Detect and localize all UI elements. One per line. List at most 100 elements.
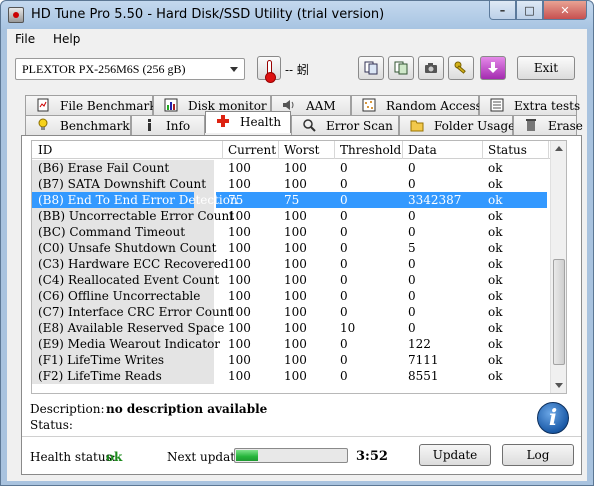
lightbulb-icon [38, 118, 48, 130]
keys-icon [454, 61, 466, 74]
tab-label: Random Access [386, 99, 482, 113]
cell-data: 122 [408, 337, 431, 351]
scroll-down-icon[interactable] [555, 383, 563, 388]
exit-button[interactable]: Exit [517, 56, 575, 80]
cell-id: (C4) Reallocated Event Count [38, 273, 220, 287]
cell-worst: 75 [284, 193, 300, 207]
table-row[interactable]: (C4) Reallocated Event Count 100 100 0 0 ok [32, 272, 552, 288]
options-button[interactable] [448, 56, 474, 80]
smart-table[interactable]: ID Current Worst Threshold Data Status (… [31, 140, 567, 394]
save-button[interactable] [480, 56, 506, 80]
table-row[interactable]: (B7) SATA Downshift Count 100 100 0 0 ok [32, 176, 552, 192]
tab-folder-usage[interactable]: Folder Usage [399, 115, 515, 135]
tab-label: Health [240, 115, 282, 129]
cell-current: 100 [228, 257, 251, 271]
column-header-data[interactable]: Data [408, 143, 437, 157]
update-button[interactable]: Update [419, 444, 491, 466]
cell-id: (B7) SATA Downshift Count [38, 177, 207, 191]
cell-threshold: 0 [340, 289, 348, 303]
copy-icon [364, 61, 378, 75]
tab-extra-tests[interactable]: Extra tests [479, 95, 580, 115]
table-row[interactable]: (B8) End To End Error Detection 75 75 0 3342… [32, 192, 552, 208]
column-divider[interactable] [222, 141, 223, 159]
cell-data: 0 [408, 257, 416, 271]
table-row[interactable]: (C0) Unsafe Shutdown Count 100 100 0 5 ok [32, 240, 552, 256]
column-divider[interactable] [548, 141, 549, 159]
column-divider[interactable] [402, 141, 403, 159]
table-row[interactable]: (C6) Offline Uncorrectable 100 100 0 0 ok [32, 288, 552, 304]
close-button[interactable]: ✕ [543, 1, 587, 20]
app-window: HD Tune Pro 5.50 - Hard Disk/SSD Utility… [0, 0, 594, 486]
menu-file[interactable]: File [15, 32, 35, 46]
scroll-up-icon[interactable] [555, 146, 563, 151]
drive-dropdown[interactable]: PLEXTOR PX-256M6S (256 gB) [15, 58, 245, 80]
scroll-thumb[interactable] [553, 259, 565, 365]
column-header-threshold[interactable]: Threshold [340, 143, 401, 157]
cell-id: (B6) Erase Fail Count [38, 161, 170, 175]
temperature-readout: -- 蚓 [285, 63, 309, 77]
cell-data: 0 [408, 273, 416, 287]
tab-erase[interactable]: Erase [513, 115, 583, 135]
column-divider[interactable] [278, 141, 279, 159]
table-row[interactable]: (BC) Command Timeout 100 100 0 0 ok [32, 224, 552, 240]
cell-worst: 100 [284, 161, 307, 175]
info-button[interactable]: i [537, 402, 569, 434]
column-header-worst[interactable]: Worst [284, 143, 319, 157]
column-divider[interactable] [482, 141, 483, 159]
tab-random-access[interactable]: Random Access [351, 95, 482, 115]
tab-error-scan[interactable]: Error Scan [291, 115, 399, 135]
cell-status: ok [488, 273, 503, 287]
copy-all-button[interactable] [388, 56, 414, 80]
tab-health[interactable]: Health [205, 111, 291, 133]
cell-status: ok [488, 177, 503, 191]
column-header-status[interactable]: Status [488, 143, 527, 157]
log-button[interactable]: Log [502, 444, 574, 466]
cell-id: (E9) Media Wearout Indicator [38, 337, 221, 351]
cell-data: 3342387 [408, 193, 462, 207]
vertical-scrollbar[interactable] [550, 141, 566, 393]
column-header-current[interactable]: Current [228, 143, 276, 157]
cell-worst: 100 [284, 305, 307, 319]
file-benchmark-icon [37, 98, 49, 112]
maximize-button[interactable]: □ [516, 1, 543, 20]
table-row[interactable]: (E8) Available Reserved Space 100 100 10 0 ok [32, 320, 552, 336]
cell-status: ok [488, 161, 503, 175]
health-panel: ID Current Worst Threshold Data Status (… [21, 135, 582, 475]
cell-threshold: 0 [340, 193, 348, 207]
cell-threshold: 0 [340, 257, 348, 271]
table-row[interactable]: (C3) Hardware ECC Recovered 100 100 0 0 ok [32, 256, 552, 272]
cell-worst: 100 [284, 273, 307, 287]
table-row[interactable]: (B6) Erase Fail Count 100 100 0 0 ok [32, 160, 552, 176]
cell-current: 75 [228, 193, 244, 207]
cell-id: (C6) Offline Uncorrectable [38, 289, 201, 303]
table-row[interactable]: (E9) Media Wearout Indicator 100 100 0 122 ok [32, 336, 552, 352]
column-divider[interactable] [334, 141, 335, 159]
description-label: Description: [30, 402, 105, 416]
table-row[interactable]: (C7) Interface CRC Error Count 100 100 0 0 ok [32, 304, 552, 320]
cell-data: 0 [408, 209, 416, 223]
tab-benchmark[interactable]: Benchmark [25, 115, 131, 135]
folder-icon [410, 120, 424, 132]
copy-button[interactable] [358, 56, 384, 80]
cell-status: ok [488, 257, 503, 271]
table-row[interactable]: (BB) Uncorrectable Error Count 100 100 0 0 ok [32, 208, 552, 224]
tab-file-benchmark[interactable]: File Benchmark [25, 95, 157, 115]
menu-help[interactable]: Help [53, 32, 80, 46]
cell-current: 100 [228, 305, 251, 319]
table-row[interactable]: (F1) LifeTime Writes 100 100 0 7111 ok [32, 352, 552, 368]
cell-id: (E8) Available Reserved Space [38, 321, 225, 335]
screenshot-button[interactable] [418, 56, 444, 80]
minimize-button[interactable]: – [489, 1, 516, 20]
table-row[interactable]: (F2) LifeTime Reads 100 100 0 8551 ok [32, 368, 552, 384]
cell-id: (F1) LifeTime Writes [38, 353, 165, 367]
tab-info[interactable]: Info [131, 115, 205, 135]
title-bar[interactable]: HD Tune Pro 5.50 - Hard Disk/SSD Utility… [1, 1, 593, 29]
cell-id: (C3) Hardware ECC Recovered [38, 257, 229, 271]
column-header-id[interactable]: ID [38, 143, 52, 157]
table-header: ID Current Worst Threshold Data Status [32, 141, 552, 159]
cell-data: 0 [408, 305, 416, 319]
tab-label: Benchmark [60, 119, 130, 133]
caption-buttons: – □ ✕ [489, 1, 587, 21]
temperature-button[interactable] [257, 56, 281, 83]
cell-status: ok [488, 193, 503, 207]
